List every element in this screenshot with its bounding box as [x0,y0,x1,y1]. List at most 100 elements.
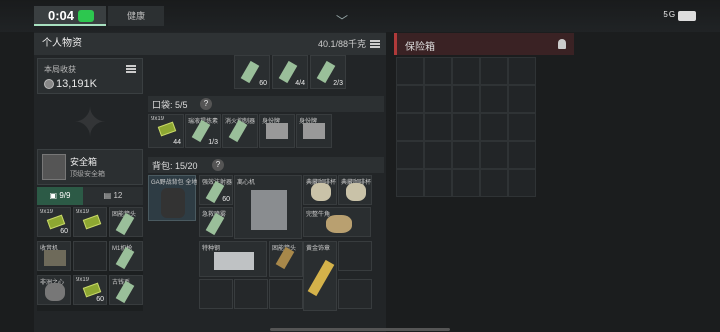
insurance-slot[interactable] [396,113,424,141]
backpack-icon [161,188,185,218]
safe-item[interactable]: M1机枪 [109,241,143,271]
insurance-slot[interactable] [480,169,508,197]
backpack-header: 背包: 15/20 ? [148,157,384,173]
backpack-item[interactable]: 完整牛角 [303,207,371,237]
tab-safebox-items[interactable]: ▣ 9/9 [37,187,83,205]
insurance-slot[interactable] [424,169,452,197]
pin-icon[interactable] [558,39,566,49]
insurance-slot[interactable] [452,113,480,141]
insurance-title: 保险箱 [405,42,435,53]
pocket-label: 口袋: 5/5 [152,100,188,110]
backpack-name: GA野战背包 全地形 [151,180,197,186]
medal-icon [307,259,335,297]
insurance-slot[interactable] [508,57,536,85]
safe-item[interactable]: 古钱币 [109,275,143,305]
insurance-slot[interactable] [508,113,536,141]
personal-header: 个人物资 40.1/88千克 [34,33,386,55]
insurance-slot[interactable] [452,141,480,169]
insurance-slot[interactable] [396,169,424,197]
safe-item[interactable]: 9x19 60 [73,275,107,305]
ammo-icon [82,214,102,230]
item-label: 9x19 [151,116,165,122]
earnings-box: 本局收获 13,191K [37,58,143,94]
ammo-icon [157,121,177,137]
backpack-item[interactable] [338,279,372,309]
insurance-slot[interactable] [508,169,536,197]
coin-icon [44,79,54,89]
insurance-slot[interactable] [508,141,536,169]
dogtag-icon [266,123,288,139]
backpack-item[interactable]: 急救喷雾 [199,207,233,237]
pocket-item[interactable]: 瑞液提炼素1/3 [185,114,221,148]
tab-personal[interactable]: 0:04 [34,6,106,26]
backpack-item[interactable]: 典藏咖啡杯 [338,175,372,205]
cup-icon [311,183,331,201]
safebox-card[interactable]: 安全箱 顶级安全箱 [37,149,143,185]
insurance-slot[interactable] [452,85,480,113]
safebox-subtitle: 顶级安全箱 [70,171,105,178]
insurance-slot[interactable] [424,113,452,141]
top-item[interactable]: 60 [234,55,270,89]
insurance-slot[interactable] [396,57,424,85]
weight-readout: 40.1/88千克 [317,39,366,49]
safe-item[interactable]: 困能箭头 [109,207,143,237]
tab-health[interactable]: 健康 [108,6,164,26]
insurance-slot[interactable] [480,141,508,169]
insurance-slot[interactable] [452,169,480,197]
top-item[interactable]: 4/4 [272,55,308,89]
insurance-slot[interactable] [452,57,480,85]
backpack-item[interactable]: 困能箭头 [269,241,303,277]
safebox-grid: 9x19 60 9x19 困能箭头 收音机 M1机枪 非洲之心 9x19 60 古钱… [37,207,143,311]
safe-item[interactable]: 收音机 [37,241,71,271]
insurance-header: 保险箱 [394,33,574,55]
safe-item[interactable] [73,241,107,271]
backpack-item[interactable]: 强效注射器60 [199,175,233,205]
backpack-item[interactable]: 特种钢 [199,241,267,277]
backpack-item[interactable] [234,279,268,309]
tab-safebox-other[interactable]: ▤ 12 [83,187,143,205]
item-label: 黄金饰章 [306,246,331,252]
wechat-icon [78,10,94,22]
backpack-item[interactable]: 黄金饰章 [303,241,337,311]
insurance-slot[interactable] [396,85,424,113]
dogtag-icon [303,123,325,139]
safe-item[interactable]: 9x19 60 [37,207,71,237]
item-count: 60 [60,228,68,235]
help-icon[interactable]: ? [200,98,212,110]
backpack-item[interactable]: 离心机 [234,175,302,239]
item-count: 60 [222,196,230,203]
insurance-slot[interactable] [480,85,508,113]
help-icon[interactable]: ? [212,159,224,171]
insurance-slot[interactable] [480,57,508,85]
insurance-slot[interactable] [424,141,452,169]
backpack-item[interactable] [269,279,303,309]
item-count: 60 [96,296,104,303]
insurance-slot[interactable] [396,141,424,169]
item-count: 44 [173,139,181,146]
backpack-item[interactable]: 典藏咖啡杯 [303,175,337,205]
backpack-card[interactable]: GA野战背包 全地形 [148,175,197,221]
backpack-grid: 强效注射器60 离心机 典藏咖啡杯 典藏咖啡杯 急救喷雾 完整牛角 特种钢 困能… [199,175,372,315]
clock-time: 0:04 [48,8,75,23]
top-item[interactable]: 2/3 [310,55,346,89]
safe-item[interactable]: 非洲之心 [37,275,71,305]
gem-icon [45,283,65,301]
pocket-item[interactable]: 9x19 44 [148,114,184,148]
safe-item[interactable]: 9x19 [73,207,107,237]
item-label: 特种钢 [202,246,221,252]
insurance-slot[interactable] [424,57,452,85]
pocket-item[interactable]: 身份牌 [259,114,295,148]
insurance-slot[interactable] [508,85,536,113]
pocket-item[interactable]: 身份牌 [296,114,332,148]
earnings-menu-icon[interactable] [126,65,136,73]
safebox-title: 安全箱 [70,157,98,167]
insurance-slot[interactable] [424,85,452,113]
insurance-slot[interactable] [480,113,508,141]
item-count: 60 [259,80,267,87]
menu-icon[interactable] [370,40,380,48]
pocket-item[interactable]: 消火抑制器 [222,114,258,148]
chevron-down-icon[interactable]: ﹀ [330,12,354,28]
backpack-item[interactable] [199,279,233,309]
safebox-icon [42,154,66,180]
backpack-item[interactable] [338,241,372,271]
